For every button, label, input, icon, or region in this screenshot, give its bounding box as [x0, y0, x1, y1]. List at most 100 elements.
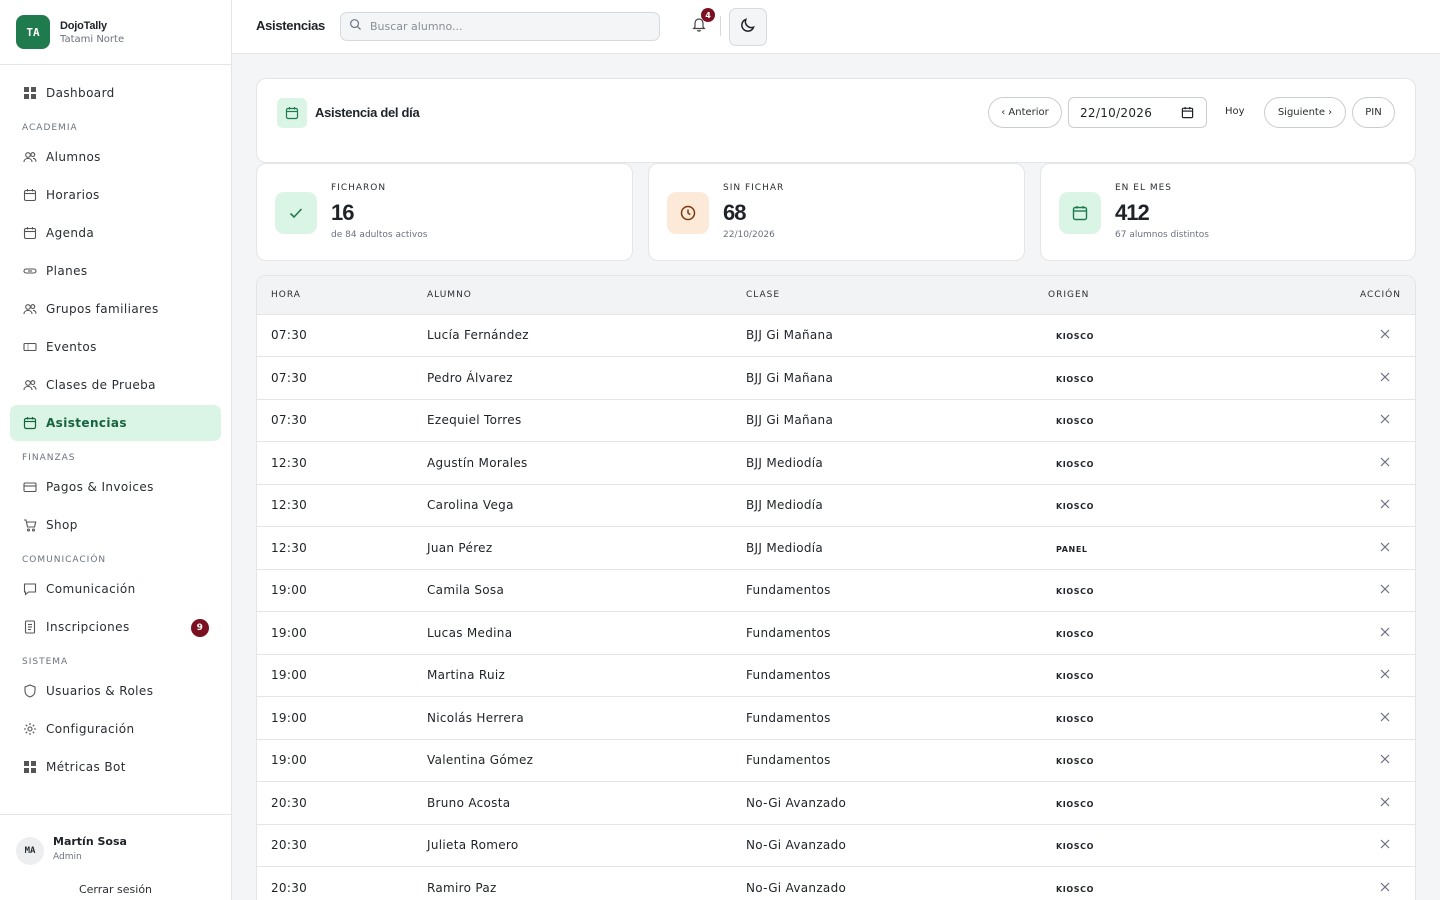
remove-attendance-icon[interactable] [1379, 711, 1391, 723]
today-button[interactable]: Hoy [1225, 106, 1245, 117]
cell-accion [1248, 526, 1415, 570]
sidebar-item-horarios[interactable]: Horarios [10, 177, 221, 213]
users-icon [22, 301, 38, 317]
sidebar-item-label: Configuración [46, 722, 135, 736]
remove-attendance-icon[interactable] [1379, 498, 1391, 510]
sidebar-item-label: Asistencias [46, 416, 127, 430]
cell-alumno[interactable]: Juan Pérez [427, 526, 746, 570]
stat-value: 16 [331, 200, 355, 225]
sidebar-item-configuracion[interactable]: Configuración [10, 711, 221, 747]
cell-hora: 12:30 [257, 441, 427, 485]
remove-attendance-icon[interactable] [1379, 838, 1391, 850]
stat-card-en-el-mes: EN EL MES 412 67 alumnos distintos [1040, 163, 1416, 261]
origin-tag: KIOSCO [1056, 799, 1095, 809]
remove-attendance-icon[interactable] [1379, 456, 1391, 468]
cell-alumno[interactable]: Julieta Romero [427, 824, 746, 867]
cell-alumno[interactable]: Valentina Gómez [427, 739, 746, 782]
remove-attendance-icon[interactable] [1379, 371, 1391, 383]
sidebar-item-comunicacion[interactable]: Comunicación [10, 571, 221, 607]
grid-icon [22, 759, 38, 775]
stat-card-sin-fichar: SIN FICHAR 68 22/10/2026 [648, 163, 1025, 261]
table-row[interactable]: 07:30 Pedro Álvarez BJJ Gi Mañana KIOSCO [257, 356, 1415, 400]
table-row[interactable]: 20:30 Ramiro Paz No-Gi Avanzado KIOSCO [257, 866, 1415, 900]
remove-attendance-icon[interactable] [1379, 328, 1391, 340]
sidebar-item-pagos[interactable]: Pagos & Invoices [10, 469, 221, 505]
attendance-header-card: Asistencia del día ‹ Anterior 22/10/2026… [256, 78, 1416, 163]
table-row[interactable]: 20:30 Bruno Acosta No-Gi Avanzado KIOSCO [257, 781, 1415, 825]
calendar-icon [22, 187, 38, 203]
table-row[interactable]: 07:30 Lucía Fernández BJJ Gi Mañana KIOSCO [257, 314, 1415, 357]
calendar-icon [1059, 192, 1101, 234]
stat-subtext: de 84 adultos activos [331, 230, 428, 240]
brand-name: DojoTally [60, 19, 107, 32]
sidebar-item-shop[interactable]: Shop [10, 507, 221, 543]
table-row[interactable]: 19:00 Valentina Gómez Fundamentos KIOSCO [257, 739, 1415, 782]
cell-alumno[interactable]: Ramiro Paz [427, 866, 746, 900]
remove-attendance-icon[interactable] [1379, 881, 1391, 893]
sidebar-nav: Dashboard ACADEMIA Alumnos Horarios Agen… [0, 65, 231, 785]
cell-alumno[interactable]: Camila Sosa [427, 569, 746, 612]
cell-alumno[interactable]: Ezequiel Torres [427, 399, 746, 442]
table-row[interactable]: 12:30 Juan Pérez BJJ Mediodía PANEL [257, 526, 1415, 570]
cell-origen: PANEL [1048, 526, 1248, 570]
date-picker[interactable]: 22/10/2026 [1068, 97, 1207, 128]
notifications-button[interactable]: 4 [688, 8, 715, 38]
cell-clase: BJJ Mediodía [746, 526, 1048, 570]
table-row[interactable]: 19:00 Camila Sosa Fundamentos KIOSCO [257, 569, 1415, 612]
column-header-hora[interactable]: HORA [257, 276, 427, 315]
table-row[interactable]: 20:30 Julieta Romero No-Gi Avanzado KIOSCO [257, 824, 1415, 867]
search-box[interactable] [340, 12, 660, 41]
brand-logo[interactable]: TA [16, 15, 50, 49]
cell-alumno[interactable]: Lucas Medina [427, 611, 746, 655]
table-row[interactable]: 19:00 Martina Ruiz Fundamentos KIOSCO [257, 654, 1415, 697]
remove-attendance-icon[interactable] [1379, 796, 1391, 808]
remove-attendance-icon[interactable] [1379, 583, 1391, 595]
remove-attendance-icon[interactable] [1379, 668, 1391, 680]
remove-attendance-icon[interactable] [1379, 541, 1391, 553]
ticket-icon [22, 339, 38, 355]
pin-button[interactable]: PIN [1352, 97, 1395, 128]
table-row[interactable]: 12:30 Agustín Morales BJJ Mediodía KIOSCO [257, 441, 1415, 485]
remove-attendance-icon[interactable] [1379, 626, 1391, 638]
avatar[interactable]: MA [16, 837, 44, 865]
cell-alumno[interactable]: Pedro Álvarez [427, 356, 746, 400]
column-header-clase[interactable]: CLASE [746, 276, 1048, 315]
cell-alumno[interactable]: Martina Ruiz [427, 654, 746, 697]
cell-alumno[interactable]: Carolina Vega [427, 484, 746, 527]
sidebar-item-eventos[interactable]: Eventos [10, 329, 221, 365]
table-row[interactable]: 19:00 Lucas Medina Fundamentos KIOSCO [257, 611, 1415, 655]
sidebar-item-usuarios[interactable]: Usuarios & Roles [10, 673, 221, 709]
sidebar-item-grupos[interactable]: Grupos familiares [10, 291, 221, 327]
search-input[interactable] [370, 20, 640, 33]
next-day-button[interactable]: Siguiente › [1264, 97, 1346, 128]
sidebar-item-dashboard[interactable]: Dashboard [10, 75, 221, 111]
sidebar-item-clases-prueba[interactable]: Clases de Prueba [10, 367, 221, 403]
sidebar-item-asistencias[interactable]: Asistencias [10, 405, 221, 441]
cell-origen: KIOSCO [1048, 441, 1248, 485]
cart-icon [22, 517, 38, 533]
theme-toggle-button[interactable] [729, 8, 767, 46]
column-header-alumno[interactable]: ALUMNO [427, 276, 746, 315]
table-row[interactable]: 19:00 Nicolás Herrera Fundamentos KIOSCO [257, 696, 1415, 740]
cell-alumno[interactable]: Nicolás Herrera [427, 696, 746, 740]
table-row[interactable]: 12:30 Carolina Vega BJJ Mediodía KIOSCO [257, 484, 1415, 527]
sidebar-item-label: Usuarios & Roles [46, 684, 154, 698]
cell-origen: KIOSCO [1048, 781, 1248, 825]
remove-attendance-icon[interactable] [1379, 413, 1391, 425]
cell-origen: KIOSCO [1048, 739, 1248, 782]
prev-day-button[interactable]: ‹ Anterior [988, 97, 1062, 128]
calendar-icon [277, 98, 307, 128]
cell-alumno[interactable]: Agustín Morales [427, 441, 746, 485]
sidebar-item-agenda[interactable]: Agenda [10, 215, 221, 251]
sidebar-item-alumnos[interactable]: Alumnos [10, 139, 221, 175]
cell-alumno[interactable]: Lucía Fernández [427, 314, 746, 357]
sidebar-item-inscripciones[interactable]: Inscripciones 9 [10, 609, 221, 645]
logout-link[interactable]: Cerrar sesión [0, 883, 231, 896]
cell-alumno[interactable]: Bruno Acosta [427, 781, 746, 825]
cell-hora: 20:30 [257, 824, 427, 867]
sidebar-item-planes[interactable]: Planes [10, 253, 221, 289]
sidebar-item-metricas[interactable]: Métricas Bot [10, 749, 221, 785]
remove-attendance-icon[interactable] [1379, 753, 1391, 765]
table-row[interactable]: 07:30 Ezequiel Torres BJJ Gi Mañana KIOSCO [257, 399, 1415, 442]
column-header-origen[interactable]: ORIGEN [1048, 276, 1248, 315]
